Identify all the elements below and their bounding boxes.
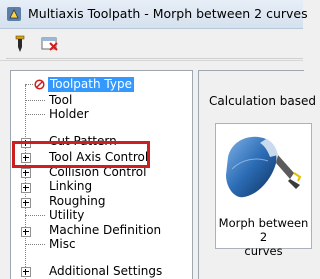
window-title: Multiaxis Toolpath - Morph between 2 cur… [28, 6, 308, 21]
toolbar-divider [6, 58, 303, 59]
tree-item-label: Tool [49, 93, 73, 107]
calculation-panel: Calculation based Morph between 2 curves [198, 70, 316, 279]
preview-caption-line1: Morph between 2 [218, 216, 309, 244]
tree-connector [25, 100, 45, 102]
calculation-heading: Calculation based [209, 94, 316, 108]
highlight-annotation-box [12, 141, 150, 168]
tree-item-label: Additional Settings [49, 264, 163, 278]
tree-expander-additional-settings[interactable] [21, 267, 31, 277]
title-bar: Multiaxis Toolpath - Morph between 2 cur… [0, 0, 308, 29]
tree-expander-collision-control[interactable] [21, 168, 31, 178]
multiaxis-app-icon [7, 7, 21, 21]
toolbar [0, 29, 303, 61]
tool-pin-icon [15, 35, 25, 52]
toolpath-preview-card[interactable]: Morph between 2 curves [215, 123, 312, 258]
tree-item-label: Utility [49, 208, 85, 222]
tree-expander-linking[interactable] [21, 183, 31, 193]
morph-surface-preview-image [226, 136, 302, 198]
delete-operation-button[interactable] [40, 34, 60, 54]
tree-connector [25, 84, 33, 86]
invalid-circle-icon [34, 79, 45, 90]
tree-item-label: Misc [49, 237, 76, 251]
tree-item-label: Holder [49, 107, 89, 121]
tree-item-label: Machine Definition [49, 223, 162, 237]
tree-item-label: Toolpath Type [48, 77, 134, 92]
tree-expander-machine-definition[interactable] [21, 227, 31, 237]
tree-connector [25, 244, 45, 246]
tree-item-label: Roughing [49, 194, 106, 208]
tree-item-label: Linking [49, 179, 93, 193]
preview-caption: Morph between 2 curves [216, 216, 311, 258]
tool-pin-button[interactable] [10, 34, 30, 54]
tree-connector [25, 215, 45, 217]
parameter-tree: Toolpath Type Tool Holder Cut Pattern To… [10, 70, 193, 279]
tree-connector [25, 114, 45, 116]
tree-expander-roughing[interactable] [21, 198, 31, 208]
delete-operation-icon [41, 37, 58, 51]
preview-caption-line2: curves [244, 244, 283, 258]
